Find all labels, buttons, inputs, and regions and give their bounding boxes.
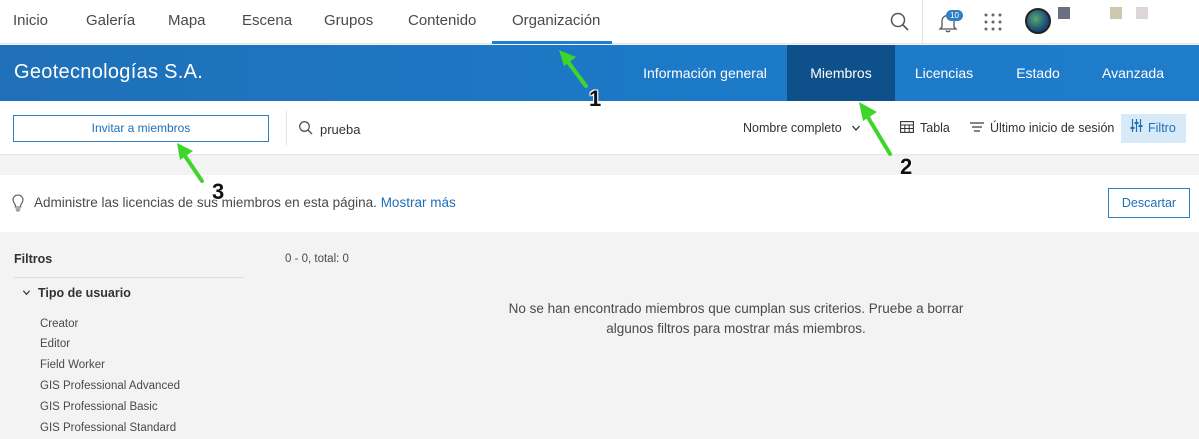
nav-item-organizacion[interactable]: Organización: [512, 0, 600, 44]
nav-item-inicio[interactable]: Inicio: [13, 0, 48, 44]
nav-item-grupos[interactable]: Grupos: [324, 0, 373, 44]
filter-label: Filtro: [1148, 121, 1176, 135]
lightbulb-icon: [12, 194, 24, 217]
toolbar-divider: [286, 111, 287, 145]
last-login-sort-button[interactable]: Último inicio de sesión: [970, 101, 1114, 155]
notice-message: Administre las licencias de sus miembros…: [34, 195, 377, 210]
org-name: Geotecnologías S.A.: [14, 61, 204, 83]
search-icon: [298, 120, 314, 141]
redacted-user-block: [1058, 7, 1070, 19]
filter-option-editor[interactable]: Editor: [40, 338, 70, 350]
redacted-user-block: [1110, 7, 1122, 19]
dismiss-button[interactable]: Descartar: [1108, 188, 1190, 218]
annotation-arrow-icon: [177, 143, 204, 183]
user-type-filter-group[interactable]: Tipo de usuario: [22, 286, 131, 300]
show-more-link[interactable]: Mostrar más: [381, 195, 456, 210]
tab-miembros[interactable]: Miembros: [787, 45, 895, 101]
annotation-arrow-icon: [859, 102, 892, 156]
nav-item-contenido[interactable]: Contenido: [408, 0, 476, 44]
nav-divider: [922, 0, 923, 44]
tab-licencias[interactable]: Licencias: [903, 45, 985, 101]
invite-members-button[interactable]: Invitar a miembros: [13, 115, 269, 142]
redacted-user-block: [1136, 7, 1148, 19]
nav-item-escena[interactable]: Escena: [242, 0, 292, 44]
annotation-number: 2: [900, 154, 913, 179]
notice-text: Administre las licencias de sus miembros…: [34, 195, 456, 210]
empty-results-message: No se han encontrado miembros que cumpla…: [486, 299, 986, 339]
empty-message-line: algunos filtros para mostrar más miembro…: [606, 321, 866, 336]
top-navigation: Inicio Galería Mapa Escena Grupos Conten…: [0, 0, 1199, 44]
tab-estado[interactable]: Estado: [1003, 45, 1073, 101]
table-view-label: Tabla: [920, 121, 950, 135]
annotation-number: 1: [589, 86, 602, 111]
filters-title: Filtros: [14, 252, 53, 266]
sliders-icon: [1130, 114, 1143, 143]
search-icon[interactable]: [886, 8, 914, 36]
filter-option-gis-pro-advanced[interactable]: GIS Professional Advanced: [40, 380, 180, 392]
nav-item-mapa[interactable]: Mapa: [168, 0, 206, 44]
user-avatar[interactable]: [1025, 8, 1051, 34]
results-count: 0 - 0, total: 0: [285, 253, 349, 265]
sort-label: Nombre completo: [743, 121, 842, 135]
sort-lines-icon: [970, 102, 984, 156]
annotation-number: 3: [212, 179, 225, 204]
tab-informacion-general[interactable]: Información general: [630, 45, 780, 101]
filter-option-field-worker[interactable]: Field Worker: [40, 359, 105, 371]
member-search-input[interactable]: [320, 118, 700, 140]
tab-avanzada[interactable]: Avanzada: [1092, 45, 1174, 101]
user-type-label: Tipo de usuario: [38, 286, 131, 300]
filter-option-gis-pro-standard[interactable]: GIS Professional Standard: [40, 422, 176, 434]
last-login-label: Último inicio de sesión: [990, 121, 1115, 135]
sort-dropdown[interactable]: Nombre completo: [743, 101, 861, 155]
app-launcher-icon[interactable]: [979, 8, 1007, 36]
table-view-button[interactable]: Tabla: [900, 101, 950, 155]
filters-divider: [14, 277, 244, 278]
filter-toggle-button[interactable]: Filtro: [1121, 114, 1186, 143]
filter-option-creator[interactable]: Creator: [40, 318, 78, 330]
nav-item-galeria[interactable]: Galería: [86, 0, 135, 44]
table-icon: [900, 102, 914, 156]
active-nav-indicator: [492, 41, 612, 44]
empty-message-line: No se han encontrado miembros que cumpla…: [508, 301, 964, 316]
notifications-bell-icon[interactable]: 10: [934, 8, 963, 36]
filter-option-gis-pro-basic[interactable]: GIS Professional Basic: [40, 401, 158, 413]
chevron-down-icon: [22, 286, 31, 296]
notification-count-badge: 10: [946, 10, 963, 21]
